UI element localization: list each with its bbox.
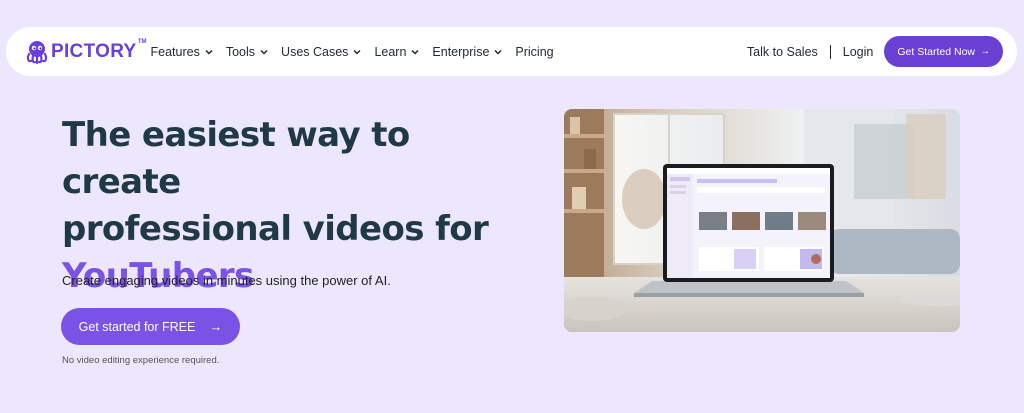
chevron-down-icon [205,49,213,55]
nav-item-enterprise[interactable]: Enterprise [432,45,502,59]
get-started-now-button[interactable]: Get Started Now → [884,36,1003,67]
nav-item-label: Features [150,44,200,59]
arrow-right-icon: → [980,46,990,57]
nav-item-label: Uses Cases [281,44,349,59]
get-started-free-button[interactable]: Get started for FREE → [61,308,240,345]
nav-item-features[interactable]: Features [151,45,213,59]
hero-title: The easiest way to create professional v… [62,112,532,300]
pictory-logo[interactable]: PICTORY TM [26,27,147,76]
chevron-down-icon [411,49,419,55]
nav-menu: Features Tools Uses Cases Learn Enterpri… [151,45,567,59]
top-navbar: PICTORY TM Features Tools Uses Cases Lea… [6,27,1017,76]
login-link[interactable]: Login [843,45,874,59]
nav-item-label: Enterprise [432,44,490,59]
hero-title-line-2: professional videos for [62,209,489,249]
nav-item-pricing[interactable]: Pricing [515,45,553,59]
nav-item-use-cases[interactable]: Uses Cases [281,45,361,59]
nav-item-label: Learn [374,44,407,59]
octopus-logo-icon [26,40,48,64]
nav-right: Talk to Sales Login Get Started Now → [747,36,1003,67]
get-started-now-label: Get Started Now [897,45,975,58]
hero-subtitle: Create engaging videos in minutes using … [62,273,391,288]
chevron-down-icon [260,49,268,55]
talk-to-sales-link[interactable]: Talk to Sales [747,45,818,59]
logo-trademark: TM [137,39,147,45]
nav-item-learn[interactable]: Learn [374,45,419,59]
nav-item-tools[interactable]: Tools [226,45,268,59]
nav-divider [829,44,831,59]
chevron-down-icon [353,49,361,55]
logo-text: PICTORY [51,40,137,62]
laptop-scene-illustration [564,109,960,332]
hero-note: No video editing experience required. [62,355,220,366]
arrow-right-icon: → [209,319,223,334]
hero-title-line-1: The easiest way to create [62,115,410,202]
nav-item-label: Tools [225,44,256,59]
nav-item-label: Pricing [515,44,554,59]
hero-laptop-image [564,109,960,332]
get-started-free-label: Get started for FREE [78,319,196,334]
chevron-down-icon [494,49,502,55]
